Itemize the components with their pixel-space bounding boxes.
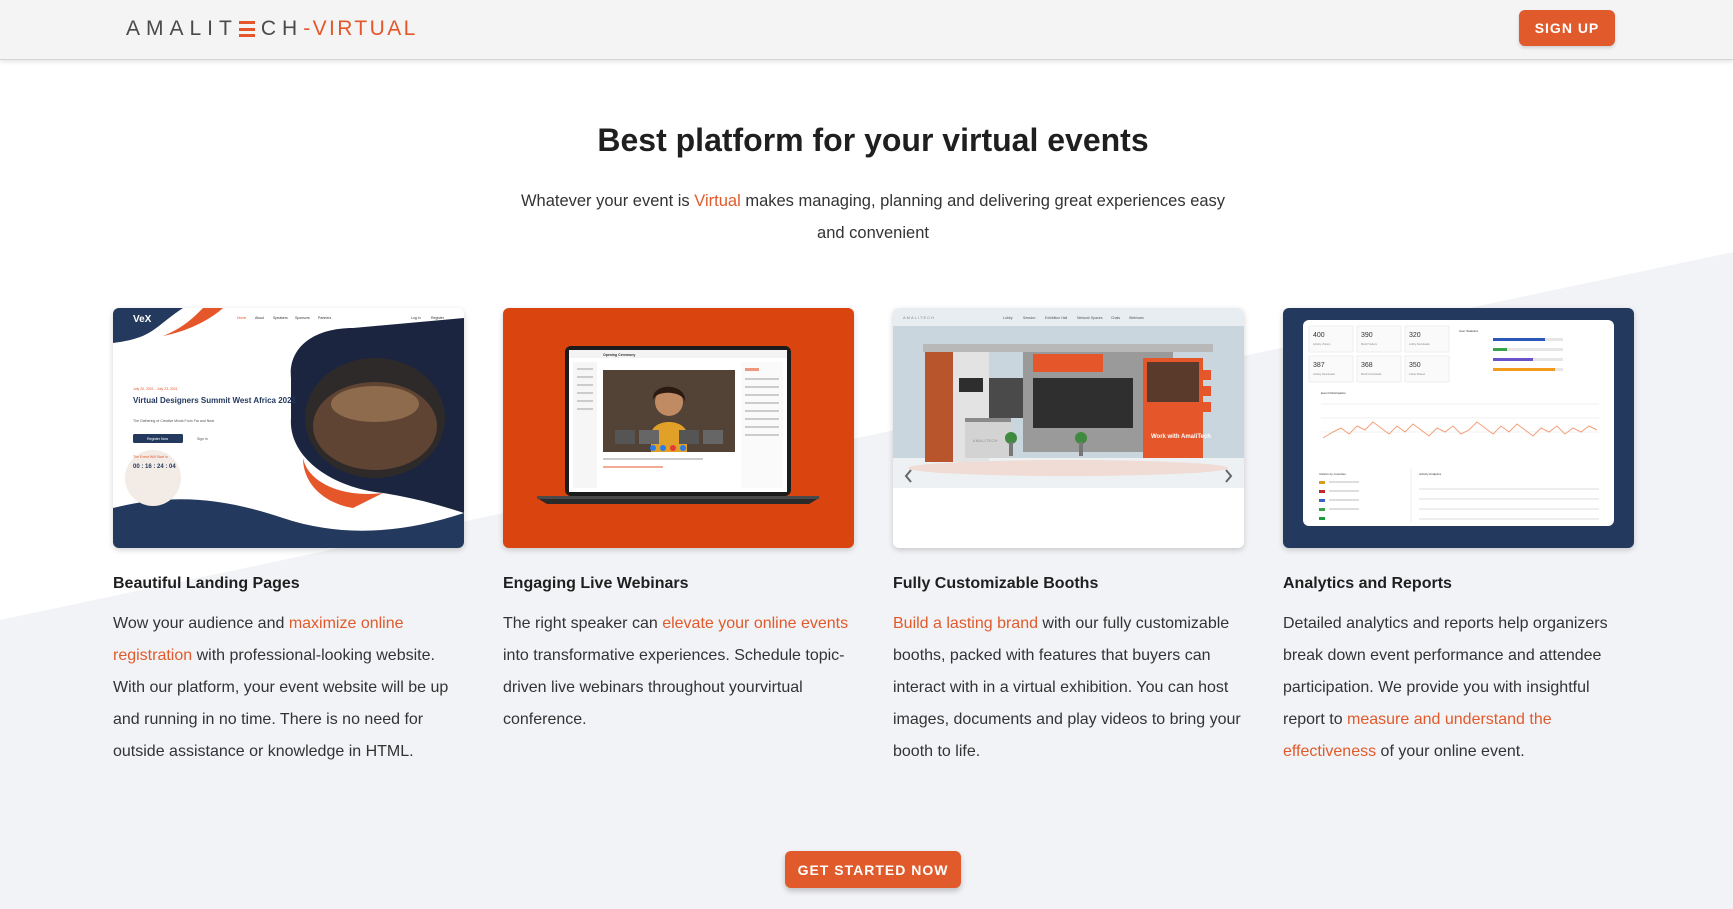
stat-label-6: Cards Shared bbox=[1409, 372, 1426, 376]
stat-label-5: Booth Downloads bbox=[1361, 372, 1382, 376]
feature-title: Beautiful Landing Pages bbox=[113, 575, 300, 592]
feature-accent-link[interactable]: Build a lasting brand bbox=[893, 615, 1038, 632]
booth-desk-logo: AMALITECH bbox=[973, 439, 998, 443]
main-content: Best platform for your virtual events Wh… bbox=[0, 0, 1733, 909]
laptop-webinar-illustration: Opening Ceremony bbox=[537, 346, 819, 504]
webinar-screenshot: Opening Ceremony bbox=[503, 308, 854, 548]
analytics-screenshot: 400 Activity Visitors 390 Booth Visitors… bbox=[1283, 308, 1634, 548]
feature-title: Fully Customizable Booths bbox=[893, 575, 1099, 592]
subtitle-accent-link[interactable]: Virtual bbox=[694, 192, 740, 210]
thumb-nav-register: Register bbox=[431, 316, 445, 320]
booth-nav-session: Session bbox=[1023, 316, 1036, 320]
stat-value-3: 320 bbox=[1409, 332, 1421, 339]
stat-value-6: 350 bbox=[1409, 362, 1421, 369]
thumb-nav-partners: Partners bbox=[318, 316, 331, 320]
top-navigation-bar: AMALIT CH -VIRTUAL SIGN UP bbox=[0, 0, 1733, 60]
stat-value-1: 400 bbox=[1313, 332, 1325, 339]
feature-text-before: The right speaker can bbox=[503, 615, 663, 632]
visitors-by-country-label: Visitors by countries bbox=[1319, 472, 1346, 476]
hero-subtitle: Whatever your event is Virtual makes man… bbox=[516, 185, 1230, 249]
stat-label-3: Lobby Downloads bbox=[1409, 342, 1430, 346]
stat-value-4: 387 bbox=[1313, 362, 1325, 369]
subtitle-text-after: makes managing, planning and delivering … bbox=[740, 192, 1226, 242]
feature-card-live-webinars: Opening Ceremony Engaging Live Webinars … bbox=[503, 308, 854, 736]
booth-nav-lobby: Lobby bbox=[1003, 316, 1013, 320]
feature-card-booths: AMALITECH Lobby Session Exhibition Hall … bbox=[893, 308, 1244, 768]
feature-text-after: into transformative experiences. Schedul… bbox=[503, 647, 845, 728]
booth-nav-webinars: Webinars bbox=[1129, 316, 1144, 320]
feature-description: The right speaker can elevate your onlin… bbox=[503, 608, 854, 736]
feature-text-after: with our fully customizable booths, pack… bbox=[893, 615, 1241, 760]
subtitle-text-before: Whatever your event is bbox=[520, 192, 695, 210]
stat-value-2: 390 bbox=[1361, 332, 1373, 339]
thumb-nav-speakers: Speakers bbox=[273, 316, 288, 320]
feature-title: Analytics and Reports bbox=[1283, 575, 1452, 592]
feature-description: Detailed analytics and reports help orga… bbox=[1283, 608, 1634, 768]
thumb-event-date: July 20, 2021 - July 23, 2021 bbox=[133, 387, 178, 391]
booth-nav-exhibition: Exhibition Hall bbox=[1045, 316, 1067, 320]
webinar-title-text: Opening Ceremony bbox=[603, 353, 635, 357]
logo-text-part-c: -VIRTUAL bbox=[303, 17, 418, 40]
get-started-button[interactable]: GET STARTED NOW bbox=[785, 851, 961, 888]
thumb-countdown: 00 : 16 : 24 : 04 bbox=[133, 464, 176, 470]
feature-card-landing-pages: VeX Home About Speakers Sponsors Partner… bbox=[113, 308, 464, 768]
landing-page-illustration: VeX Home About Speakers Sponsors Partner… bbox=[113, 308, 464, 548]
booth-nav-chats: Chats bbox=[1111, 316, 1120, 320]
stat-value-5: 368 bbox=[1361, 362, 1373, 369]
feature-text-after: of your online event. bbox=[1376, 743, 1525, 760]
thumb-nav-about: About bbox=[255, 316, 264, 320]
feature-accent-link[interactable]: elevate your online events bbox=[662, 615, 848, 632]
feature-title: Engaging Live Webinars bbox=[503, 575, 689, 592]
feature-description: Build a lasting brand with our fully cus… bbox=[893, 608, 1244, 768]
logo-e-mark-icon bbox=[238, 21, 255, 37]
activity-analytics-label: Activity Analytics bbox=[1419, 472, 1442, 476]
logo-text-part-b: CH bbox=[260, 17, 304, 40]
thumb-register-button: Register Now bbox=[147, 437, 168, 441]
thumb-countdown-label: The Event Will Start In bbox=[133, 455, 168, 459]
page-title: Best platform for your virtual events bbox=[597, 122, 1149, 158]
booth-header-logo: AMALITECH bbox=[903, 315, 935, 320]
logo-text-part-a: AMALIT bbox=[126, 17, 238, 40]
thumb-event-title: Virtual Designers Summit West Africa 202… bbox=[133, 396, 297, 405]
thumb-signin-link: Sign In bbox=[197, 437, 208, 441]
booth-poster-text: Work with AmaliTech bbox=[1151, 434, 1211, 440]
booth-illustration: AMALITECH Lobby Session Exhibition Hall … bbox=[893, 308, 1244, 488]
feature-card-analytics: 400 Activity Visitors 390 Booth Visitors… bbox=[1283, 308, 1634, 768]
stat-label-2: Booth Visitors bbox=[1361, 342, 1378, 346]
feature-text-before: Wow your audience and bbox=[113, 615, 289, 632]
event-participation-label: Event Participation bbox=[1321, 391, 1346, 395]
analytics-dashboard-illustration: 400 Activity Visitors 390 Booth Visitors… bbox=[1303, 320, 1614, 526]
thumb-nav-login: Log in bbox=[411, 316, 421, 320]
stat-label-4: Activity Downloads bbox=[1313, 372, 1335, 376]
vex-brand-text: VeX bbox=[133, 314, 152, 325]
sign-up-button[interactable]: SIGN UP bbox=[1519, 10, 1615, 46]
thumb-event-subtitle: The Gathering of Creative Minds From Far… bbox=[133, 419, 215, 423]
stat-label-1: Activity Visitors bbox=[1313, 342, 1331, 346]
booth-nav-network: Network Spaces bbox=[1077, 316, 1103, 320]
thumb-nav-home: Home bbox=[237, 316, 246, 320]
user-statistics-label: User Statistics bbox=[1459, 329, 1479, 333]
feature-description: Wow your audience and maximize online re… bbox=[113, 608, 464, 768]
amalitech-virtual-logo[interactable]: AMALIT CH -VIRTUAL bbox=[126, 15, 418, 43]
landing-page-screenshot: VeX Home About Speakers Sponsors Partner… bbox=[113, 308, 464, 548]
thumb-nav-sponsors: Sponsors bbox=[295, 316, 310, 320]
booth-screenshot: AMALITECH Lobby Session Exhibition Hall … bbox=[893, 308, 1244, 548]
